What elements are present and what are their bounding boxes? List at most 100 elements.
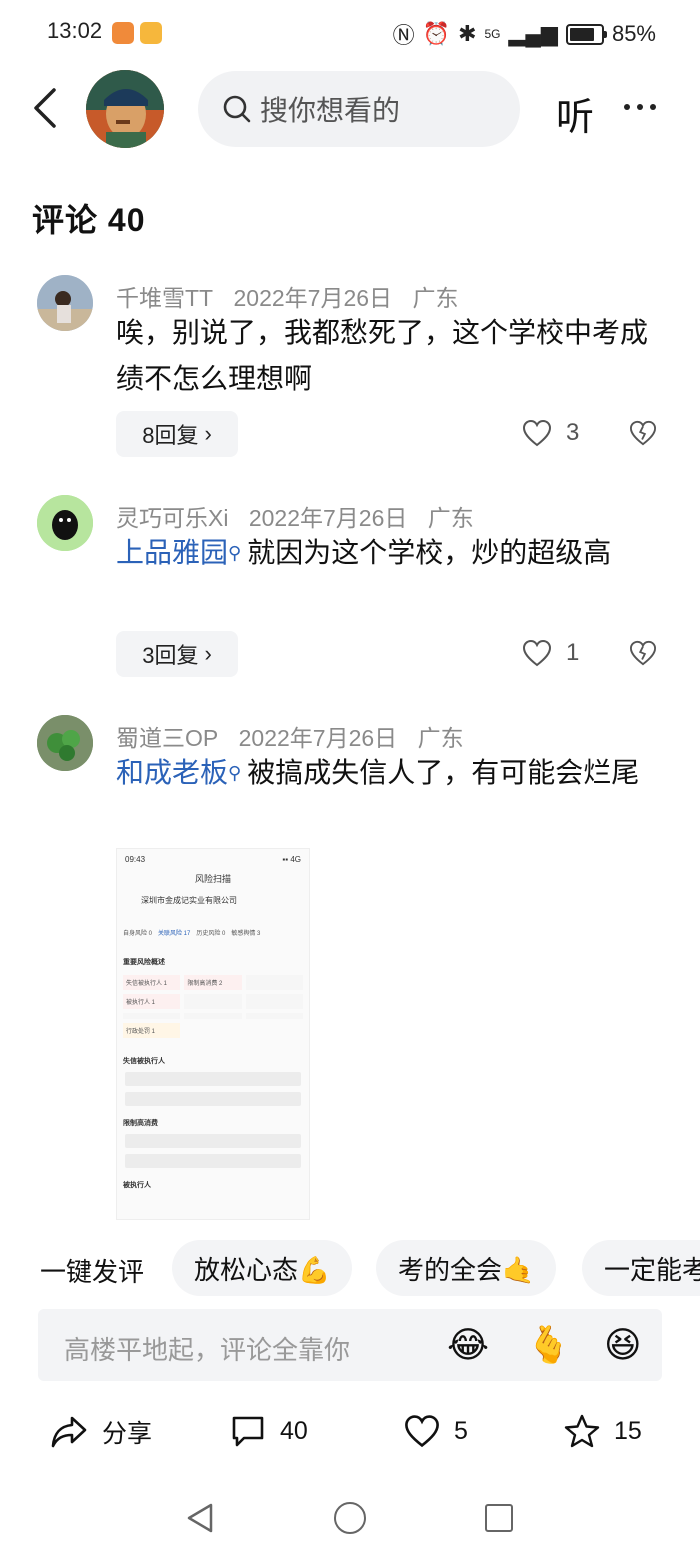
comment-location: 广东 bbox=[412, 285, 459, 311]
nfc-icon: Ⓝ bbox=[392, 23, 415, 48]
bluetooth-icon: ✱ bbox=[458, 21, 477, 46]
comment-body: 就因为这个学校，炒的超级高 bbox=[247, 537, 612, 568]
image-heading: 失信被执行人 bbox=[123, 1058, 165, 1065]
status-indicators: Ⓝ ⏰ ✱ 5G ▂▄▆ 85% bbox=[393, 18, 656, 50]
image-item: 失信被执行人 1 bbox=[123, 975, 181, 990]
network-label: 5G bbox=[484, 27, 501, 41]
status-time: 13:02 bbox=[47, 18, 103, 43]
dislike-button[interactable] bbox=[629, 640, 657, 671]
share-label: 分享 bbox=[102, 1420, 153, 1448]
image-item: 被执行人 1 bbox=[123, 994, 181, 1009]
grinning-emoji[interactable]: 😆 bbox=[604, 1324, 642, 1366]
search-box[interactable]: 搜你想看的 bbox=[198, 71, 520, 147]
favorites-count: 15 bbox=[614, 1416, 642, 1445]
image-item: 限制高消费 2 bbox=[184, 975, 242, 990]
image-tab: 历史风险 0 bbox=[196, 931, 226, 937]
triangle-back-icon bbox=[187, 1503, 213, 1533]
comment-text: 唉，别说了，我都愁死了，这个学校中考成绩不怎么理想啊 bbox=[116, 317, 649, 394]
comment-username[interactable]: 千堆雪TT bbox=[116, 285, 213, 311]
broken-heart-icon bbox=[629, 420, 657, 446]
replies-button[interactable]: 8回复 › bbox=[116, 411, 238, 457]
chevron-right-icon: › bbox=[204, 641, 212, 666]
nav-back-button[interactable] bbox=[186, 1502, 214, 1539]
finger-heart-emoji[interactable]: 🫰 bbox=[526, 1324, 571, 1366]
broken-heart-icon bbox=[629, 640, 657, 666]
comment-image[interactable]: 09:43 ▪▪ 4G 风险扫描 深圳市金成记实业有限公司 自身风险 0 关联风险… bbox=[116, 848, 310, 1220]
signal-icon: ▂▄▆ bbox=[508, 21, 558, 46]
alarm-icon: ⏰ bbox=[422, 21, 451, 46]
comments-count: 40 bbox=[280, 1416, 308, 1445]
author-avatar[interactable] bbox=[86, 70, 164, 148]
comment-date: 2022年7月26日 bbox=[238, 725, 398, 751]
avatar[interactable] bbox=[37, 715, 93, 771]
chevron-right-icon: › bbox=[204, 421, 212, 446]
image-title: 风险扫描 bbox=[194, 874, 231, 884]
share-icon bbox=[51, 1416, 87, 1448]
like-count: 3 bbox=[566, 419, 580, 446]
chevron-left-icon bbox=[34, 88, 56, 128]
like-button[interactable]: 1 bbox=[522, 639, 579, 667]
quick-reply-label: 一键发评 bbox=[40, 1257, 145, 1287]
search-link[interactable]: 上品雅园 bbox=[116, 537, 228, 568]
image-company: 深圳市金成记实业有限公司 bbox=[141, 896, 237, 905]
comment-input-placeholder: 高楼平地起，评论全靠你 bbox=[64, 1335, 351, 1365]
search-placeholder: 搜你想看的 bbox=[260, 95, 401, 126]
app-notification-icon bbox=[112, 22, 134, 44]
battery-percent: 85% bbox=[611, 21, 656, 46]
laughing-tears-emoji[interactable]: 😂 bbox=[447, 1324, 489, 1366]
dot bbox=[637, 104, 643, 110]
dot bbox=[624, 104, 630, 110]
image-heading: 限制高消费 bbox=[123, 1120, 158, 1127]
replies-label: 3回复 bbox=[142, 643, 199, 668]
avatar[interactable] bbox=[37, 275, 93, 331]
comments-button[interactable]: 40 bbox=[230, 1414, 308, 1448]
image-item: 行政处罚 1 bbox=[123, 1023, 181, 1038]
image-heading: 被执行人 bbox=[123, 1182, 151, 1189]
quick-reply-chip[interactable]: 放松心态💪 bbox=[172, 1240, 353, 1296]
search-link[interactable]: 和成老板 bbox=[116, 757, 228, 788]
star-icon bbox=[564, 1414, 600, 1448]
replies-button[interactable]: 3回复 › bbox=[116, 631, 238, 677]
heart-icon bbox=[522, 639, 552, 667]
favorite-button[interactable]: 15 bbox=[564, 1414, 642, 1448]
likes-count: 5 bbox=[454, 1416, 468, 1445]
like-count: 1 bbox=[566, 639, 580, 666]
comment-meta: 千堆雪TT 2022年7月26日 广东 bbox=[116, 279, 472, 313]
search-small-icon: ⚲ bbox=[228, 763, 242, 783]
like-button[interactable]: 3 bbox=[522, 419, 579, 447]
comment-username[interactable]: 蜀道三OP bbox=[116, 725, 218, 751]
like-post-button[interactable]: 5 bbox=[404, 1414, 468, 1448]
comment-text: 上品雅园⚲ 就因为这个学校，炒的超级高 bbox=[116, 530, 656, 576]
dot bbox=[650, 104, 656, 110]
comment-body: 被搞成失信人了，有可能会烂尾 bbox=[247, 757, 640, 788]
image-section: 重要风险概述 bbox=[123, 959, 165, 966]
share-button[interactable]: 分享 bbox=[50, 1414, 152, 1450]
back-button[interactable] bbox=[30, 86, 60, 135]
more-button[interactable] bbox=[624, 104, 656, 110]
search-small-icon: ⚲ bbox=[228, 543, 242, 563]
replies-label: 8回复 bbox=[142, 423, 199, 448]
image-time: 09:43 bbox=[125, 855, 146, 864]
comment-date: 2022年7月26日 bbox=[233, 285, 393, 311]
dislike-button[interactable] bbox=[629, 420, 657, 451]
comment-username[interactable]: 灵巧可乐Xi bbox=[116, 505, 228, 531]
listen-button[interactable]: 听 bbox=[556, 86, 594, 141]
app-notification-icon bbox=[140, 22, 162, 44]
comment-date: 2022年7月26日 bbox=[248, 505, 408, 531]
image-tab: 关联风险 17 bbox=[158, 931, 191, 937]
quick-reply-chip[interactable]: 一定能考 bbox=[582, 1240, 700, 1296]
comments-title: 评论 40 bbox=[32, 202, 146, 238]
heart-icon bbox=[405, 1415, 439, 1448]
search-icon bbox=[223, 95, 251, 123]
status-bar: 13:02 Ⓝ ⏰ ✱ 5G ▂▄▆ 85% bbox=[0, 0, 700, 64]
quick-reply-chip[interactable]: 考的全会🤙 bbox=[376, 1240, 557, 1296]
comment-text: 和成老板⚲ 被搞成失信人了，有可能会烂尾 bbox=[116, 750, 656, 796]
image-tab: 敏感舆情 3 bbox=[231, 931, 261, 937]
heart-icon bbox=[522, 419, 552, 447]
comment-icon bbox=[232, 1416, 264, 1447]
nav-home-button[interactable] bbox=[334, 1502, 366, 1534]
nav-recents-button[interactable] bbox=[485, 1504, 513, 1532]
battery-icon bbox=[565, 23, 607, 45]
comment-location: 广东 bbox=[417, 725, 464, 751]
avatar[interactable] bbox=[37, 495, 93, 551]
